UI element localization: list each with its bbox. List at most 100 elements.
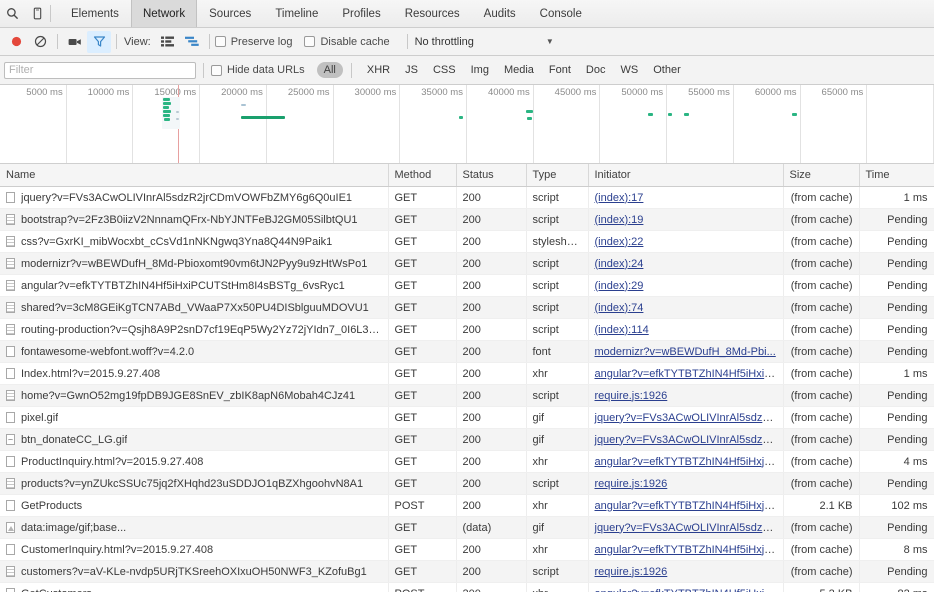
initiator-link[interactable]: angular?v=efkTYTBTZhIN4Hf5iHxjP...: [595, 500, 780, 512]
table-row[interactable]: css?v=GxrKI_mibWocxbt_cCsVd1nNKNgwq3Yna8…: [0, 230, 934, 253]
type-filter-doc[interactable]: Doc: [579, 62, 613, 78]
table-row[interactable]: routing-production?v=Qsjh8A9P2snD7cf19Eq…: [0, 318, 934, 341]
tab-sources[interactable]: Sources: [197, 0, 263, 27]
type-filter-media[interactable]: Media: [497, 62, 541, 78]
column-header-status[interactable]: Status: [456, 164, 527, 187]
table-row[interactable]: btn_donateCC_LG.gif GET 200 gif jquery?v=FVs…: [0, 428, 934, 451]
request-name-cell[interactable]: fontawesome-webfont.woff?v=4.2.0: [0, 340, 389, 363]
type-filter-all[interactable]: All: [316, 62, 343, 78]
request-name-cell[interactable]: shared?v=3cM8GEiKgTCN7ABd_VWaaP7Xx50PU4D…: [0, 296, 389, 319]
table-row[interactable]: GetCustomers POST200xhr angular?v=efkTYTBT…: [0, 582, 934, 592]
request-type-cell: script: [526, 560, 589, 583]
column-header-method[interactable]: Method: [388, 164, 457, 187]
table-row[interactable]: jquery?v=FVs3ACwOLIVInrAl5sdzR2jrCDmVOWF…: [0, 186, 934, 209]
request-name-cell[interactable]: ProductInquiry.html?v=2015.9.27.408: [0, 450, 389, 473]
initiator-link[interactable]: modernizr?v=wBEWDufH_8Md-Pbi...: [595, 346, 776, 358]
table-row[interactable]: bootstrap?v=2Fz3B0iizV2NnnamQFrx-NbYJNTF…: [0, 208, 934, 231]
column-header-type[interactable]: Type: [526, 164, 589, 187]
tab-timeline[interactable]: Timeline: [263, 0, 330, 27]
table-row[interactable]: products?v=ynZUkcSSUc75jq2fXHqhd23uSDDJO…: [0, 472, 934, 495]
table-row[interactable]: home?v=GwnO52mg19fpDB9JGE8SnEV_zbIK8apN6…: [0, 384, 934, 407]
request-name-cell[interactable]: modernizr?v=wBEWDufH_8Md-Pbioxomt90vm6tJ…: [0, 252, 389, 275]
request-name-cell[interactable]: CustomerInquiry.html?v=2015.9.27.408: [0, 538, 389, 561]
type-filter-xhr[interactable]: XHR: [360, 62, 397, 78]
request-name-cell[interactable]: css?v=GxrKI_mibWocxbt_cCsVd1nNKNgwq3Yna8…: [0, 230, 389, 253]
funnel-icon[interactable]: [87, 30, 111, 53]
initiator-link[interactable]: require.js:1926: [595, 478, 668, 490]
initiator-link[interactable]: (index):114: [595, 324, 649, 336]
initiator-link[interactable]: jquery?v=FVs3ACwOLIVInrAl5sdzR2...: [595, 522, 783, 534]
tab-console[interactable]: Console: [528, 0, 594, 27]
hide-data-urls-checkbox[interactable]: Hide data URLs: [211, 64, 305, 76]
tab-audits[interactable]: Audits: [472, 0, 528, 27]
request-name-cell[interactable]: bootstrap?v=2Fz3B0iizV2NnnamQFrx-NbYJNTF…: [0, 208, 389, 231]
initiator-link[interactable]: (index):24: [595, 258, 644, 270]
table-row[interactable]: Index.html?v=2015.9.27.408 GET 200 xhr angul…: [0, 362, 934, 385]
hide-data-urls-label: Hide data URLs: [227, 64, 305, 76]
request-size-cell: (from cache): [783, 362, 860, 385]
initiator-link[interactable]: (index):29: [595, 280, 644, 292]
waterfall-view-icon[interactable]: [180, 31, 204, 53]
column-header-size[interactable]: Size: [783, 164, 860, 187]
request-name-cell[interactable]: data:image/gif;base...: [0, 516, 389, 539]
tab-network[interactable]: Network: [130, 0, 198, 27]
clear-icon[interactable]: [28, 31, 52, 53]
tab-resources[interactable]: Resources: [393, 0, 472, 27]
type-filter-img[interactable]: Img: [464, 62, 496, 78]
table-row[interactable]: customers?v=aV-KLe-nvdp5URjTKSreehOXIxuO…: [0, 560, 934, 583]
preserve-log-checkbox[interactable]: Preserve log: [214, 36, 292, 48]
initiator-link[interactable]: (index):22: [595, 236, 644, 248]
request-name-cell[interactable]: home?v=GwnO52mg19fpDB9JGE8SnEV_zbIK8apN6…: [0, 384, 389, 407]
initiator-link[interactable]: (index):74: [595, 302, 644, 314]
request-name-cell[interactable]: pixel.gif: [0, 406, 389, 429]
initiator-link[interactable]: (index):17: [595, 192, 644, 204]
initiator-link[interactable]: jquery?v=FVs3ACwOLIVInrAl5sdzR2...: [595, 434, 783, 446]
initiator-link[interactable]: angular?v=efkTYTBTZhIN4Hf5iHxjP...: [595, 456, 780, 468]
disable-cache-checkbox[interactable]: Disable cache: [304, 36, 390, 48]
request-name-cell[interactable]: GetProducts: [0, 494, 389, 517]
column-header-initiator[interactable]: Initiator: [588, 164, 784, 187]
request-name-cell[interactable]: btn_donateCC_LG.gif: [0, 428, 389, 451]
device-toolbar-icon[interactable]: [25, 0, 50, 27]
initiator-link[interactable]: angular?v=efkTYTBTZhIN4Hf5iHxiP...: [595, 368, 780, 380]
type-filter-font[interactable]: Font: [542, 62, 578, 78]
table-row[interactable]: ProductInquiry.html?v=2015.9.27.408 GET 20…: [0, 450, 934, 473]
table-row[interactable]: GetProducts POST 200 xhr angular?v=efkTYTBTZ…: [0, 494, 934, 517]
network-overview-timeline[interactable]: 5000 ms 10000 ms 15000 ms 20000 ms 25000 ms 3…: [0, 85, 934, 164]
request-name-cell[interactable]: jquery?v=FVs3ACwOLIVInrAl5sdzR2jrCDmVOWF…: [0, 186, 389, 209]
filter-input[interactable]: [4, 61, 196, 79]
initiator-link[interactable]: jquery?v=FVs3ACwOLIVInrAl5sdzR2...: [595, 412, 783, 424]
type-filter-css[interactable]: CSS: [426, 62, 463, 78]
request-method-cell: GET: [388, 318, 457, 341]
list-view-icon[interactable]: [156, 31, 180, 53]
initiator-link[interactable]: require.js:1926: [595, 390, 668, 402]
request-name-cell[interactable]: Index.html?v=2015.9.27.408: [0, 362, 389, 385]
column-header-name[interactable]: Name: [0, 164, 389, 187]
type-filter-other[interactable]: Other: [646, 62, 688, 78]
tab-profiles[interactable]: Profiles: [330, 0, 392, 27]
table-row[interactable]: modernizr?v=wBEWDufH_8Md-Pbioxomt90vm6tJ…: [0, 252, 934, 275]
record-icon[interactable]: [4, 31, 28, 53]
throttling-dropdown[interactable]: No throttling ▼: [415, 36, 554, 48]
table-row[interactable]: fontawesome-webfont.woff?v=4.2.0 GET 200 fo…: [0, 340, 934, 363]
camera-icon[interactable]: [63, 31, 87, 53]
type-filter-ws[interactable]: WS: [613, 62, 645, 78]
request-name-cell[interactable]: angular?v=efkTYTBTZhIN4Hf5iHxiPCUTStHm8I…: [0, 274, 389, 297]
inspect-element-icon[interactable]: [0, 0, 25, 27]
table-row[interactable]: data:image/gif;base... GET (data) gif jquery…: [0, 516, 934, 539]
table-row[interactable]: pixel.gif GET 200 gif jquery?v=FVs3ACwOLIVIn…: [0, 406, 934, 429]
request-name-cell[interactable]: products?v=ynZUkcSSUc75jq2fXHqhd23uSDDJO…: [0, 472, 389, 495]
initiator-link[interactable]: angular?v=efkTYTBTZhIN4Hf5iHxjP...: [595, 544, 780, 556]
initiator-link[interactable]: require.js:1926: [595, 566, 668, 578]
request-name-cell[interactable]: customers?v=aV-KLe-nvdp5URjTKSreehOXIxuO…: [0, 560, 389, 583]
request-name-cell[interactable]: routing-production?v=Qsjh8A9P2snD7cf19Eq…: [0, 318, 389, 341]
tab-elements[interactable]: Elements: [59, 0, 131, 27]
table-row[interactable]: angular?v=efkTYTBTZhIN4Hf5iHxiPCUTStHm8I…: [0, 274, 934, 297]
request-name-cell[interactable]: GetCustomers: [0, 582, 389, 592]
column-header-time[interactable]: Time: [859, 164, 934, 187]
initiator-link[interactable]: (index):19: [595, 214, 644, 226]
table-row[interactable]: CustomerInquiry.html?v=2015.9.27.408 GET 2…: [0, 538, 934, 561]
table-row[interactable]: shared?v=3cM8GEiKgTCN7ABd_VWaaP7Xx50PU4D…: [0, 296, 934, 319]
initiator-link[interactable]: angular?v=efkTYTBTZhIN4Hf5iHxjP...: [595, 588, 780, 592]
type-filter-js[interactable]: JS: [398, 62, 425, 78]
